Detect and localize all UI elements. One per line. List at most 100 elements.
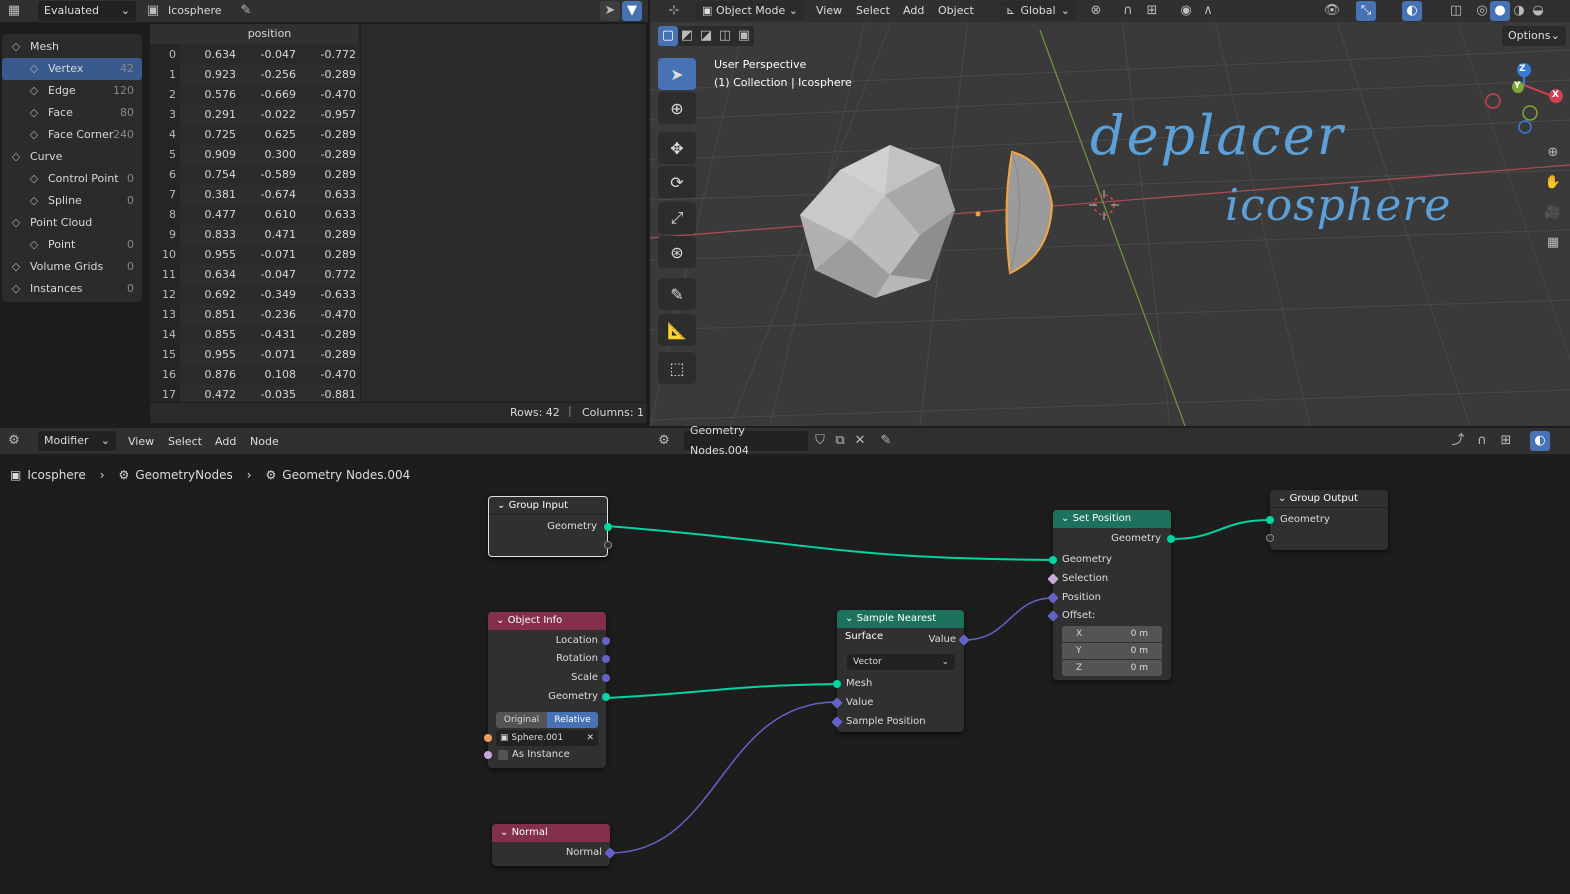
set-position-geometry-output-socket[interactable] (1167, 535, 1175, 543)
select-extend-icon[interactable]: ◩ (677, 26, 697, 46)
rendered-shading-icon[interactable]: ◒ (1528, 1, 1548, 21)
set-position-geometry-input-socket[interactable] (1049, 556, 1057, 564)
filter-icon[interactable]: ▼ (622, 1, 642, 21)
select-box-tool[interactable]: ➤ (658, 58, 696, 90)
menu-add[interactable]: Add (903, 4, 924, 17)
scale-socket[interactable] (602, 674, 610, 682)
options-button[interactable]: Options ⌄ (1502, 26, 1566, 46)
pivot-icon[interactable]: ⊗ (1086, 1, 1106, 21)
node-menu-add[interactable]: Add (215, 435, 236, 448)
falloff-icon[interactable]: ∧ (1198, 1, 1218, 21)
mesh-input-socket[interactable] (833, 680, 841, 688)
gizmo-x-label[interactable]: X (1552, 90, 1559, 100)
location-socket[interactable] (602, 637, 610, 645)
node-menu-select[interactable]: Select (168, 435, 202, 448)
gizmo-toggle-icon[interactable]: ⤡ (1356, 1, 1376, 21)
ortho-grid-icon[interactable]: ▦ (1543, 233, 1563, 253)
evaluation-mode-dropdown[interactable]: Evaluated ⌄ (38, 1, 136, 21)
domain-item-face[interactable]: ◇ Face 80 (2, 102, 142, 124)
collapse-chevron-icon[interactable]: ⌄ (1278, 493, 1286, 504)
pan-hand-icon[interactable]: ✋ (1543, 173, 1563, 193)
node-overlay-icon[interactable]: ◐ (1530, 431, 1550, 451)
move-tool[interactable]: ✥ (658, 132, 696, 164)
clear-object-icon[interactable]: ✕ (586, 730, 594, 746)
group-input-geometry-socket[interactable] (604, 523, 612, 531)
group-input-node[interactable]: ⌄ Group Input Geometry (488, 496, 612, 557)
geometry-socket[interactable] (602, 693, 610, 701)
group-output-geometry-socket[interactable] (1266, 516, 1274, 524)
viewport-3d[interactable]: Z X Y deplacer icosphere User Perspectiv… (650, 0, 1570, 426)
node-snap-target-icon[interactable]: ⊞ (1496, 431, 1516, 451)
proportional-edit-icon[interactable]: ◉ (1176, 1, 1196, 21)
select-invert-icon[interactable]: ◫ (715, 26, 735, 46)
collapse-chevron-icon[interactable]: ⌄ (1061, 513, 1069, 524)
node-group-name-field[interactable]: Geometry Nodes.004 (684, 424, 808, 457)
pin-icon[interactable]: ✎ (236, 1, 256, 21)
cursor-tool[interactable]: ⊕ (658, 92, 696, 124)
duplicate-icon[interactable]: ⧉ (830, 431, 850, 451)
column-header-position[interactable]: position (180, 24, 360, 44)
group-output-title[interactable]: ⌄ Group Output (1270, 490, 1388, 508)
gizmo-y-label[interactable]: Y (1514, 81, 1521, 91)
object-field[interactable]: ▣ Sphere.001 ✕ (496, 730, 598, 746)
offset-z-field[interactable]: Z 0 m (1062, 660, 1162, 676)
domain-item-mesh[interactable]: ◇ Mesh (2, 36, 142, 58)
set-position-title[interactable]: ⌄ Set Position (1053, 510, 1171, 528)
object-info-node[interactable]: ⌄ Object Info Location Rotation Scale Ge… (484, 612, 610, 768)
domain-item-vertex[interactable]: ◇ Vertex 42 (2, 58, 142, 80)
select-new-icon[interactable]: ▢ (658, 26, 678, 46)
collapse-chevron-icon[interactable]: ⌄ (500, 827, 508, 838)
domain-item-control-point[interactable]: ◇ Control Point 0 (2, 168, 142, 190)
menu-object[interactable]: Object (938, 4, 974, 17)
xray-icon[interactable]: ◫ (1446, 1, 1466, 21)
collapse-chevron-icon[interactable]: ⌄ (496, 615, 504, 626)
node-editor-type-icon[interactable]: ⚙ (4, 431, 24, 451)
snap-target-icon[interactable]: ⊞ (1142, 1, 1162, 21)
gizmo-z-label[interactable]: Z (1519, 64, 1526, 74)
node-menu-view[interactable]: View (128, 435, 154, 448)
object-info-title[interactable]: ⌄ Object Info (488, 612, 606, 630)
offset-x-field[interactable]: X 0 m (1062, 626, 1162, 642)
collapse-chevron-icon[interactable]: ⌄ (845, 613, 853, 624)
relative-option[interactable]: Relative (547, 712, 598, 728)
unlink-icon[interactable]: ✕ (850, 431, 870, 451)
overlay-toggle-icon[interactable]: ◐ (1402, 1, 1422, 21)
select-intersect-icon[interactable]: ▣ (734, 26, 754, 46)
domain-item-face-corner[interactable]: ◇ Face Corner 240 (2, 124, 142, 146)
offset-y-field[interactable]: Y 0 m (1062, 643, 1162, 659)
sample-nearest-surface-title[interactable]: ⌄ Sample Nearest Surface (837, 610, 964, 642)
as-instance-socket[interactable] (484, 751, 492, 759)
domain-item-point[interactable]: ◇ Point 0 (2, 234, 142, 256)
original-option[interactable]: Original (496, 712, 547, 728)
domain-item-volume-grids[interactable]: ◇ Volume Grids 0 (2, 256, 142, 278)
editor-type-icon[interactable]: ▦ (4, 1, 24, 21)
menu-select[interactable]: Select (856, 4, 890, 17)
snap-icon[interactable]: ∩ (1118, 1, 1138, 21)
select-subtract-icon[interactable]: ◪ (696, 26, 716, 46)
zoom-icon[interactable]: ⊕ (1543, 143, 1563, 163)
domain-item-instances[interactable]: ◇ Instances 0 (2, 278, 142, 300)
node-snap-icon[interactable]: ∩ (1472, 431, 1492, 451)
as-instance-checkbox[interactable] (498, 750, 508, 760)
solid-shading-icon[interactable]: ● (1490, 1, 1510, 21)
rotate-tool[interactable]: ⟳ (658, 166, 696, 198)
material-shading-icon[interactable]: ◑ (1509, 1, 1529, 21)
rotation-socket[interactable] (602, 655, 610, 663)
data-type-dropdown[interactable]: Vector ⌄ (847, 654, 955, 670)
selection-filter-icon[interactable]: ➤ (600, 1, 620, 21)
orientation-dropdown[interactable]: ⊾ Global ⌄ (1000, 1, 1076, 21)
parent-node-tree-icon[interactable]: ⤴ (1448, 431, 1468, 451)
camera-icon[interactable]: 🎥 (1543, 203, 1563, 223)
measure-tool[interactable]: 📐 (658, 314, 696, 346)
normal-node[interactable]: ⌄ Normal Normal (492, 824, 616, 866)
domain-item-point-cloud[interactable]: ◇ Point Cloud (2, 212, 142, 234)
group-input-title[interactable]: ⌄ Group Input (489, 497, 607, 515)
visibility-icon[interactable]: 👁 (1322, 1, 1342, 21)
collapse-chevron-icon[interactable]: ⌄ (497, 500, 505, 511)
editor-context-dropdown[interactable]: Modifier ⌄ (38, 431, 116, 451)
domain-item-spline[interactable]: ◇ Spline 0 (2, 190, 142, 212)
domain-item-edge[interactable]: ◇ Edge 120 (2, 80, 142, 102)
node-canvas[interactable]: ▣ Icosphere › ⚙ GeometryNodes › ⚙ Geomet… (0, 454, 1570, 894)
transform-tool[interactable]: ⊛ (658, 236, 696, 268)
menu-view[interactable]: View (816, 4, 842, 17)
